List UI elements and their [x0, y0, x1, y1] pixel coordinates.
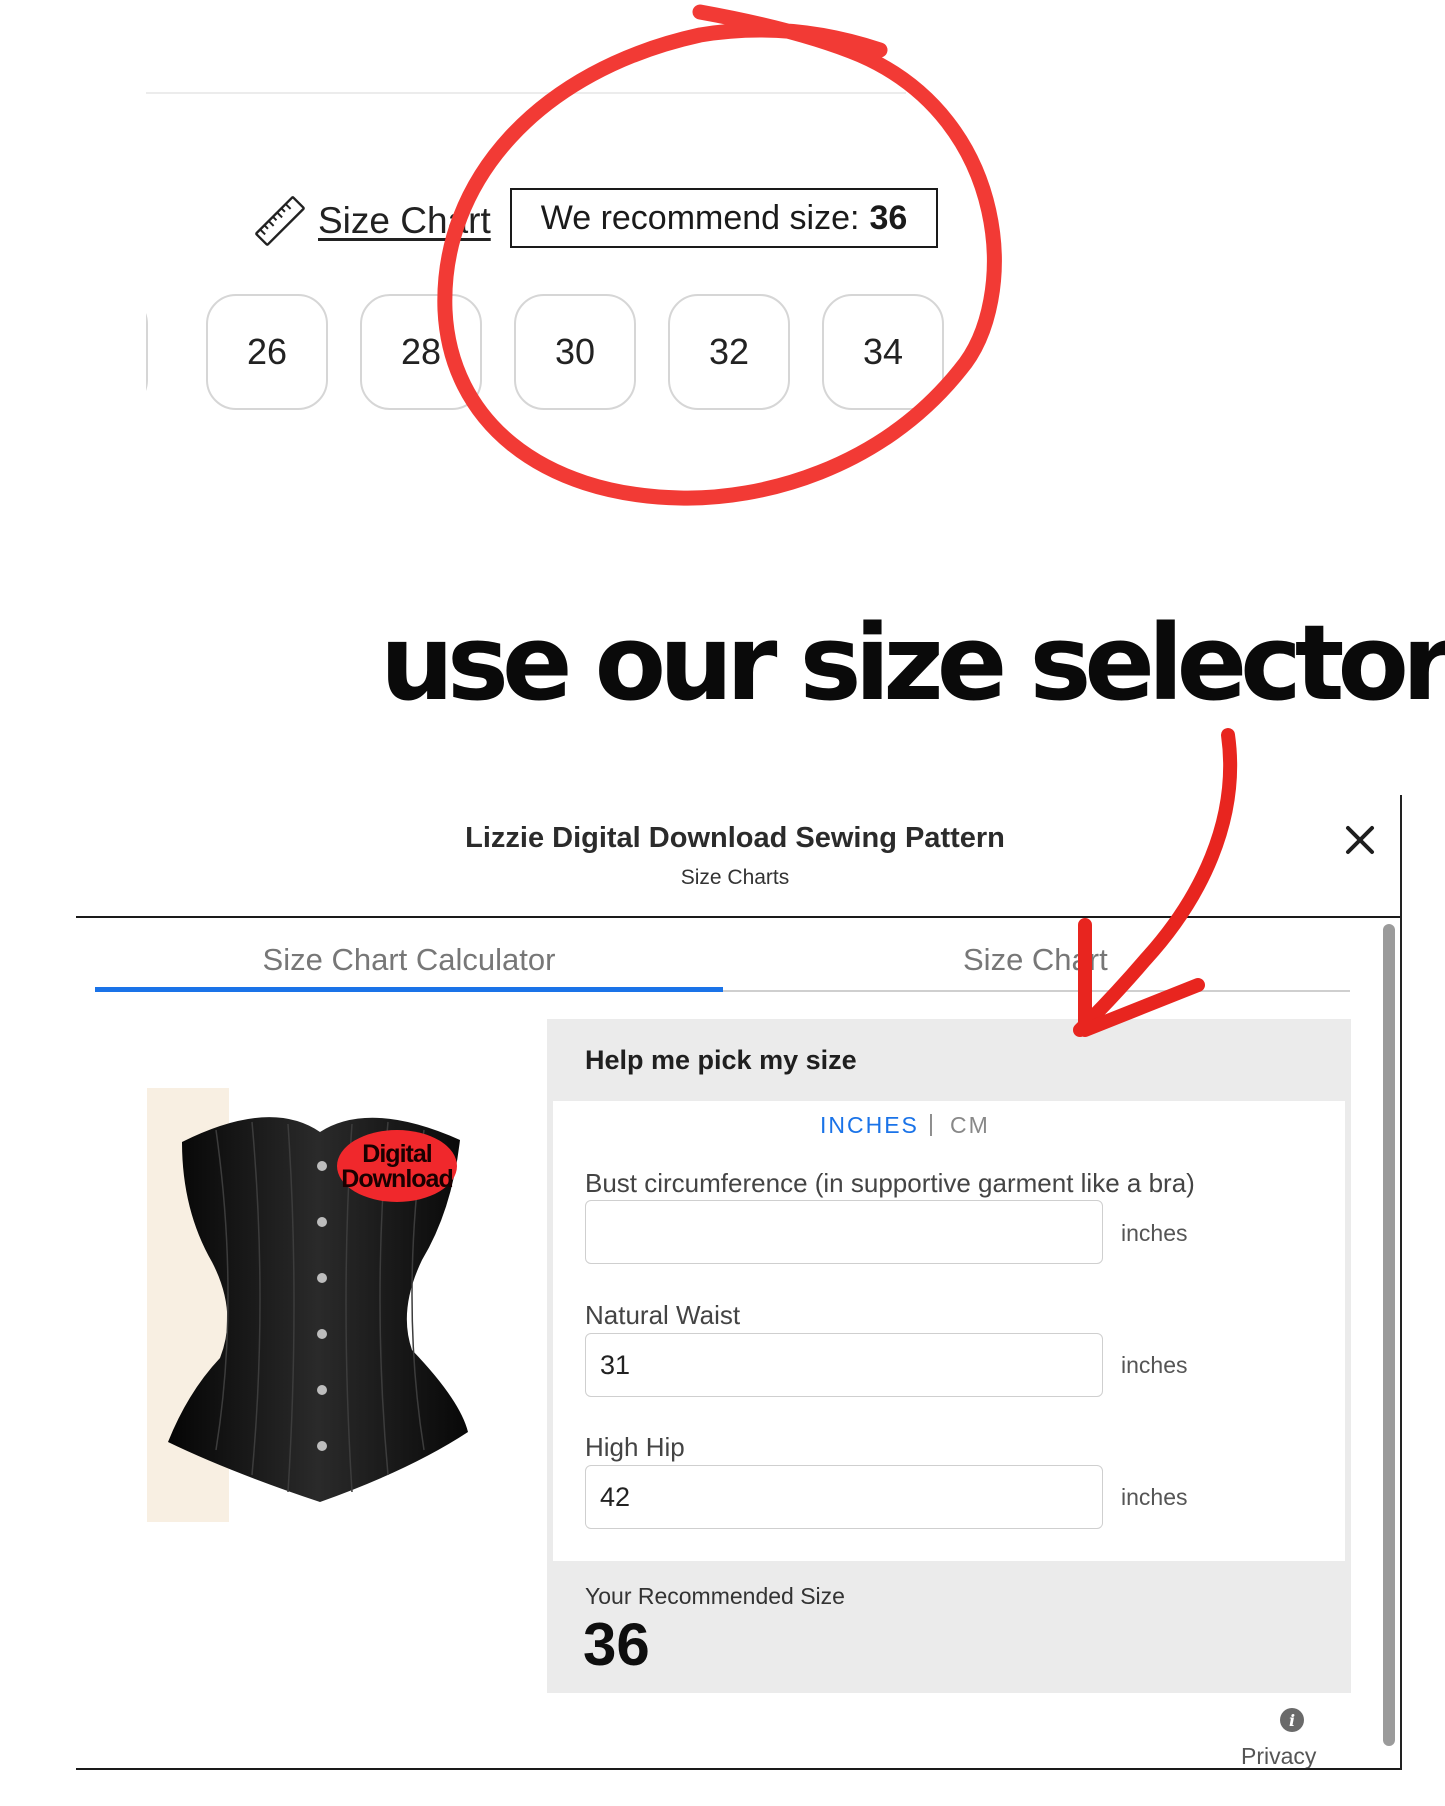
page-divider	[146, 92, 906, 94]
modal-title: Lizzie Digital Download Sewing Pattern	[465, 822, 1005, 854]
badge-line-2: Download	[341, 1165, 452, 1193]
tab-size-chart-calculator[interactable]: Size Chart Calculator	[95, 942, 723, 978]
modal-subtitle: Size Charts	[680, 866, 790, 889]
calculator-heading: Help me pick my size	[585, 1045, 857, 1075]
recommend-value: 36	[869, 198, 908, 237]
annotation-circle	[437, 4, 1002, 506]
unit-toggle-cm[interactable]: CM	[950, 1112, 990, 1139]
bust-input[interactable]	[585, 1200, 1103, 1264]
unit-toggle-inches[interactable]: INCHES	[820, 1112, 919, 1139]
annotation-headline: use our size selector	[380, 602, 1445, 724]
size-recommendation-badge: We recommend size: 36	[510, 188, 938, 248]
size-chart-link[interactable]: Size Chart	[318, 200, 491, 242]
size-option-26[interactable]: 26	[206, 294, 328, 410]
recommended-size-box	[547, 1561, 1351, 1693]
panel-border-right	[1345, 1101, 1351, 1561]
hip-unit: inches	[1121, 1484, 1188, 1510]
bust-unit: inches	[1121, 1220, 1188, 1246]
privacy-link[interactable]: Privacy	[1241, 1743, 1316, 1770]
recommended-size-value: 36	[583, 1611, 650, 1678]
crop-mask	[0, 280, 146, 420]
bust-label: Bust circumference (in supportive garmen…	[585, 1168, 1195, 1198]
modal-edge	[1400, 795, 1402, 1770]
modal-scrollbar[interactable]	[1383, 924, 1395, 1746]
size-option-32[interactable]: 32	[668, 294, 790, 410]
size-option-28[interactable]: 28	[360, 294, 482, 410]
waist-unit: inches	[1121, 1352, 1188, 1378]
waist-input[interactable]	[585, 1333, 1103, 1397]
close-icon[interactable]	[1340, 820, 1380, 860]
tab-active-indicator	[95, 987, 723, 992]
ruler-icon	[255, 196, 305, 246]
tab-size-chart[interactable]: Size Chart	[963, 942, 1108, 978]
size-option-30[interactable]: 30	[514, 294, 636, 410]
size-option-34[interactable]: 34	[822, 294, 944, 410]
product-image-corset: Digital Download	[168, 1117, 468, 1502]
modal-header-divider	[76, 916, 1400, 918]
waist-label: Natural Waist	[585, 1300, 741, 1330]
modal-bottom-border	[76, 1768, 1400, 1770]
badge-line-1: Digital	[362, 1140, 431, 1168]
hip-input[interactable]	[585, 1465, 1103, 1529]
recommend-prefix: We recommend size:	[540, 198, 860, 237]
panel-border-left	[547, 1101, 553, 1561]
recommended-size-label: Your Recommended Size	[585, 1583, 845, 1609]
unit-separator: |	[928, 1110, 934, 1136]
info-icon[interactable]: i	[1280, 1708, 1304, 1732]
hip-label: High Hip	[585, 1432, 685, 1462]
